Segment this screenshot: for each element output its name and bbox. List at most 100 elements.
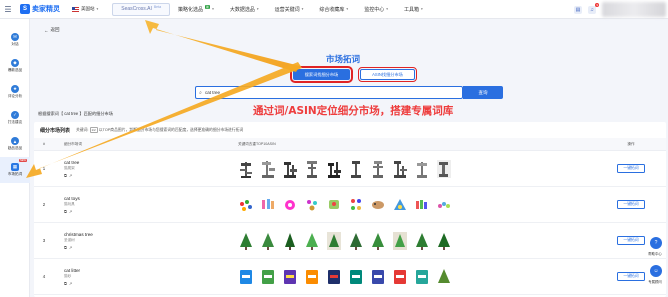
- help-center-icon[interactable]: ?: [650, 237, 662, 249]
- product-thumbnail[interactable]: [414, 232, 430, 250]
- region-selector[interactable]: 美国站 ▾: [72, 6, 98, 12]
- new-badge: 新: [205, 4, 211, 9]
- product-thumbnail[interactable]: [436, 268, 452, 286]
- product-thumbnail[interactable]: [370, 196, 386, 214]
- product-thumbnail[interactable]: [348, 268, 364, 286]
- product-thumbnail[interactable]: [436, 159, 452, 178]
- product-thumbnail[interactable]: [370, 268, 386, 286]
- logo[interactable]: S 卖家精灵: [20, 4, 60, 14]
- product-thumbnail[interactable]: [304, 160, 320, 178]
- product-thumbnail[interactable]: [304, 268, 320, 286]
- external-link-icon[interactable]: ↗: [69, 209, 72, 214]
- product-thumbnail[interactable]: [282, 160, 298, 178]
- expand-keywords-button[interactable]: 一键拓词: [617, 236, 645, 245]
- nav-keywords[interactable]: 运营关键词 ▾: [267, 0, 312, 19]
- product-thumbnail[interactable]: [392, 231, 408, 250]
- product-thumbnail[interactable]: [392, 268, 408, 286]
- region-label: 美国站: [81, 6, 95, 11]
- nav-monitor[interactable]: 监控中心 ▾: [356, 0, 396, 19]
- product-thumbnail[interactable]: [238, 160, 254, 178]
- product-thumbnail[interactable]: [326, 231, 342, 250]
- external-link-icon[interactable]: ↗: [69, 281, 72, 286]
- clipboard-icon[interactable]: ▤: [574, 5, 582, 14]
- asin-mode-button[interactable]: ASIN找细分市场: [358, 67, 417, 82]
- product-thumbnail[interactable]: [260, 196, 276, 214]
- sidebar-item-market-expand[interactable]: NEW ▦ 市场拓词: [0, 157, 30, 183]
- external-link-icon[interactable]: ↗: [69, 173, 72, 178]
- external-link-icon[interactable]: ↗: [69, 245, 72, 250]
- back-link[interactable]: ← 返回: [44, 27, 60, 33]
- search-box: ⌕: [195, 86, 463, 99]
- search-button[interactable]: 查询: [463, 86, 503, 99]
- nav-favorites[interactable]: 综合收藏库 ▾: [311, 0, 356, 19]
- sidebar-item-trend[interactable]: ▲ 趋品选品: [0, 131, 30, 157]
- nav-strategy-selection[interactable]: 策略化选品 新 ▾: [170, 0, 222, 19]
- expand-keywords-button[interactable]: 一键拓词: [617, 164, 645, 173]
- nav-label: 工具箱: [403, 6, 419, 13]
- sidebar-item-review-analysis[interactable]: ★ 评论分析: [0, 79, 30, 105]
- copy-icon[interactable]: ⧉: [64, 173, 67, 178]
- product-thumbnail[interactable]: [304, 196, 320, 214]
- search-term-mode-button[interactable]: 搜索词找细分市场: [290, 66, 353, 83]
- product-thumbnail[interactable]: [326, 160, 342, 178]
- product-thumbnail[interactable]: [370, 160, 386, 178]
- product-thumbnail[interactable]: [392, 196, 408, 214]
- user-account-blurred[interactable]: [602, 2, 666, 17]
- us-flag-icon: [72, 6, 79, 12]
- product-thumbnail[interactable]: [260, 232, 276, 250]
- table-row: 4 cat litter 猫砂 ⧉ ↗ 一键拓词: [34, 259, 666, 295]
- copy-icon[interactable]: ⧉: [64, 245, 67, 250]
- nav-bigdata-selection[interactable]: 大数据选品 ▾: [222, 0, 267, 19]
- row-keyword-cn: 猫玩具: [64, 202, 75, 206]
- row-keyword: cat tree: [64, 159, 80, 165]
- product-thumbnail[interactable]: [238, 196, 254, 214]
- product-thumbnail[interactable]: [326, 196, 342, 214]
- product-thumbnail[interactable]: [282, 268, 298, 286]
- row-index: 1: [42, 166, 46, 171]
- nav-seascross-ai[interactable]: SeasCross.AI Beta: [112, 2, 171, 16]
- product-thumbnail[interactable]: [282, 196, 298, 214]
- product-thumbnail[interactable]: [392, 160, 408, 178]
- row-keyword-cell: cat litter 猫砂 ⧉ ↗: [54, 268, 224, 286]
- product-thumbnail[interactable]: [348, 160, 364, 178]
- product-thumbnail[interactable]: [370, 232, 386, 250]
- nav-toolbox[interactable]: 工具箱 ▾: [396, 0, 431, 19]
- chevron-down-icon: ▾: [256, 7, 259, 11]
- copy-icon[interactable]: ⧉: [64, 281, 67, 286]
- bell-icon[interactable]: ♫ 9: [588, 2, 599, 14]
- hamburger-menu-icon[interactable]: ☰: [0, 0, 16, 19]
- advisor-icon[interactable]: ☺: [650, 265, 662, 277]
- product-thumbnail[interactable]: [436, 196, 452, 214]
- expand-keywords-button[interactable]: 一键拓词: [617, 200, 645, 209]
- copy-icon[interactable]: ⧉: [64, 209, 67, 214]
- col-top-asin: 关键词去重TOP10ASIN: [238, 141, 276, 146]
- sidebar-item-chat[interactable]: ✉ 对话: [0, 27, 30, 53]
- product-thumbnail[interactable]: [238, 268, 254, 286]
- product-thumbnail[interactable]: [348, 232, 364, 250]
- row-keyword-cn: 圣诞树: [64, 238, 75, 242]
- notification-count: 9: [595, 2, 599, 7]
- top-bar: ☰ S 卖家精灵 美国站 ▾ SeasCross.AI Beta 策略化选品 新…: [0, 0, 668, 19]
- sidebar-item-hot-products[interactable]: ◆ 爆款选品: [0, 53, 30, 79]
- top-right-tools: ▤ ♫ 9: [574, 0, 668, 19]
- product-thumbnail[interactable]: [414, 160, 430, 178]
- search-input[interactable]: [205, 90, 425, 95]
- product-thumbnail[interactable]: [326, 268, 342, 286]
- expand-keywords-button[interactable]: 一键拓词: [617, 272, 645, 281]
- product-thumbnail[interactable]: [304, 232, 320, 250]
- product-thumbnail[interactable]: [414, 196, 430, 214]
- table-header: # 细分市场词 关键词去重TOP10ASIN 操作: [34, 138, 666, 151]
- nav-label: SeasCross.AI: [121, 6, 152, 12]
- sidebar-item-label: 打法建议: [7, 120, 23, 124]
- product-thumbnail[interactable]: [260, 268, 276, 286]
- product-thumbnail[interactable]: [414, 268, 430, 286]
- product-thumbnail[interactable]: [348, 196, 364, 214]
- chat-icon: ✉: [11, 33, 19, 41]
- product-thumbnail[interactable]: [436, 232, 452, 250]
- product-thumbnail[interactable]: [282, 232, 298, 250]
- main-content: ← 返回 市场拓词 搜索词找细分市场 ASIN找细分市场 ⌕ 查询 通过词/AS…: [30, 19, 668, 297]
- product-thumbnail[interactable]: [238, 232, 254, 250]
- row-action-cell: 一键拓词: [596, 164, 666, 173]
- sidebar-item-strategy[interactable]: ✓ 打法建议: [0, 105, 30, 131]
- product-thumbnail[interactable]: [260, 160, 276, 178]
